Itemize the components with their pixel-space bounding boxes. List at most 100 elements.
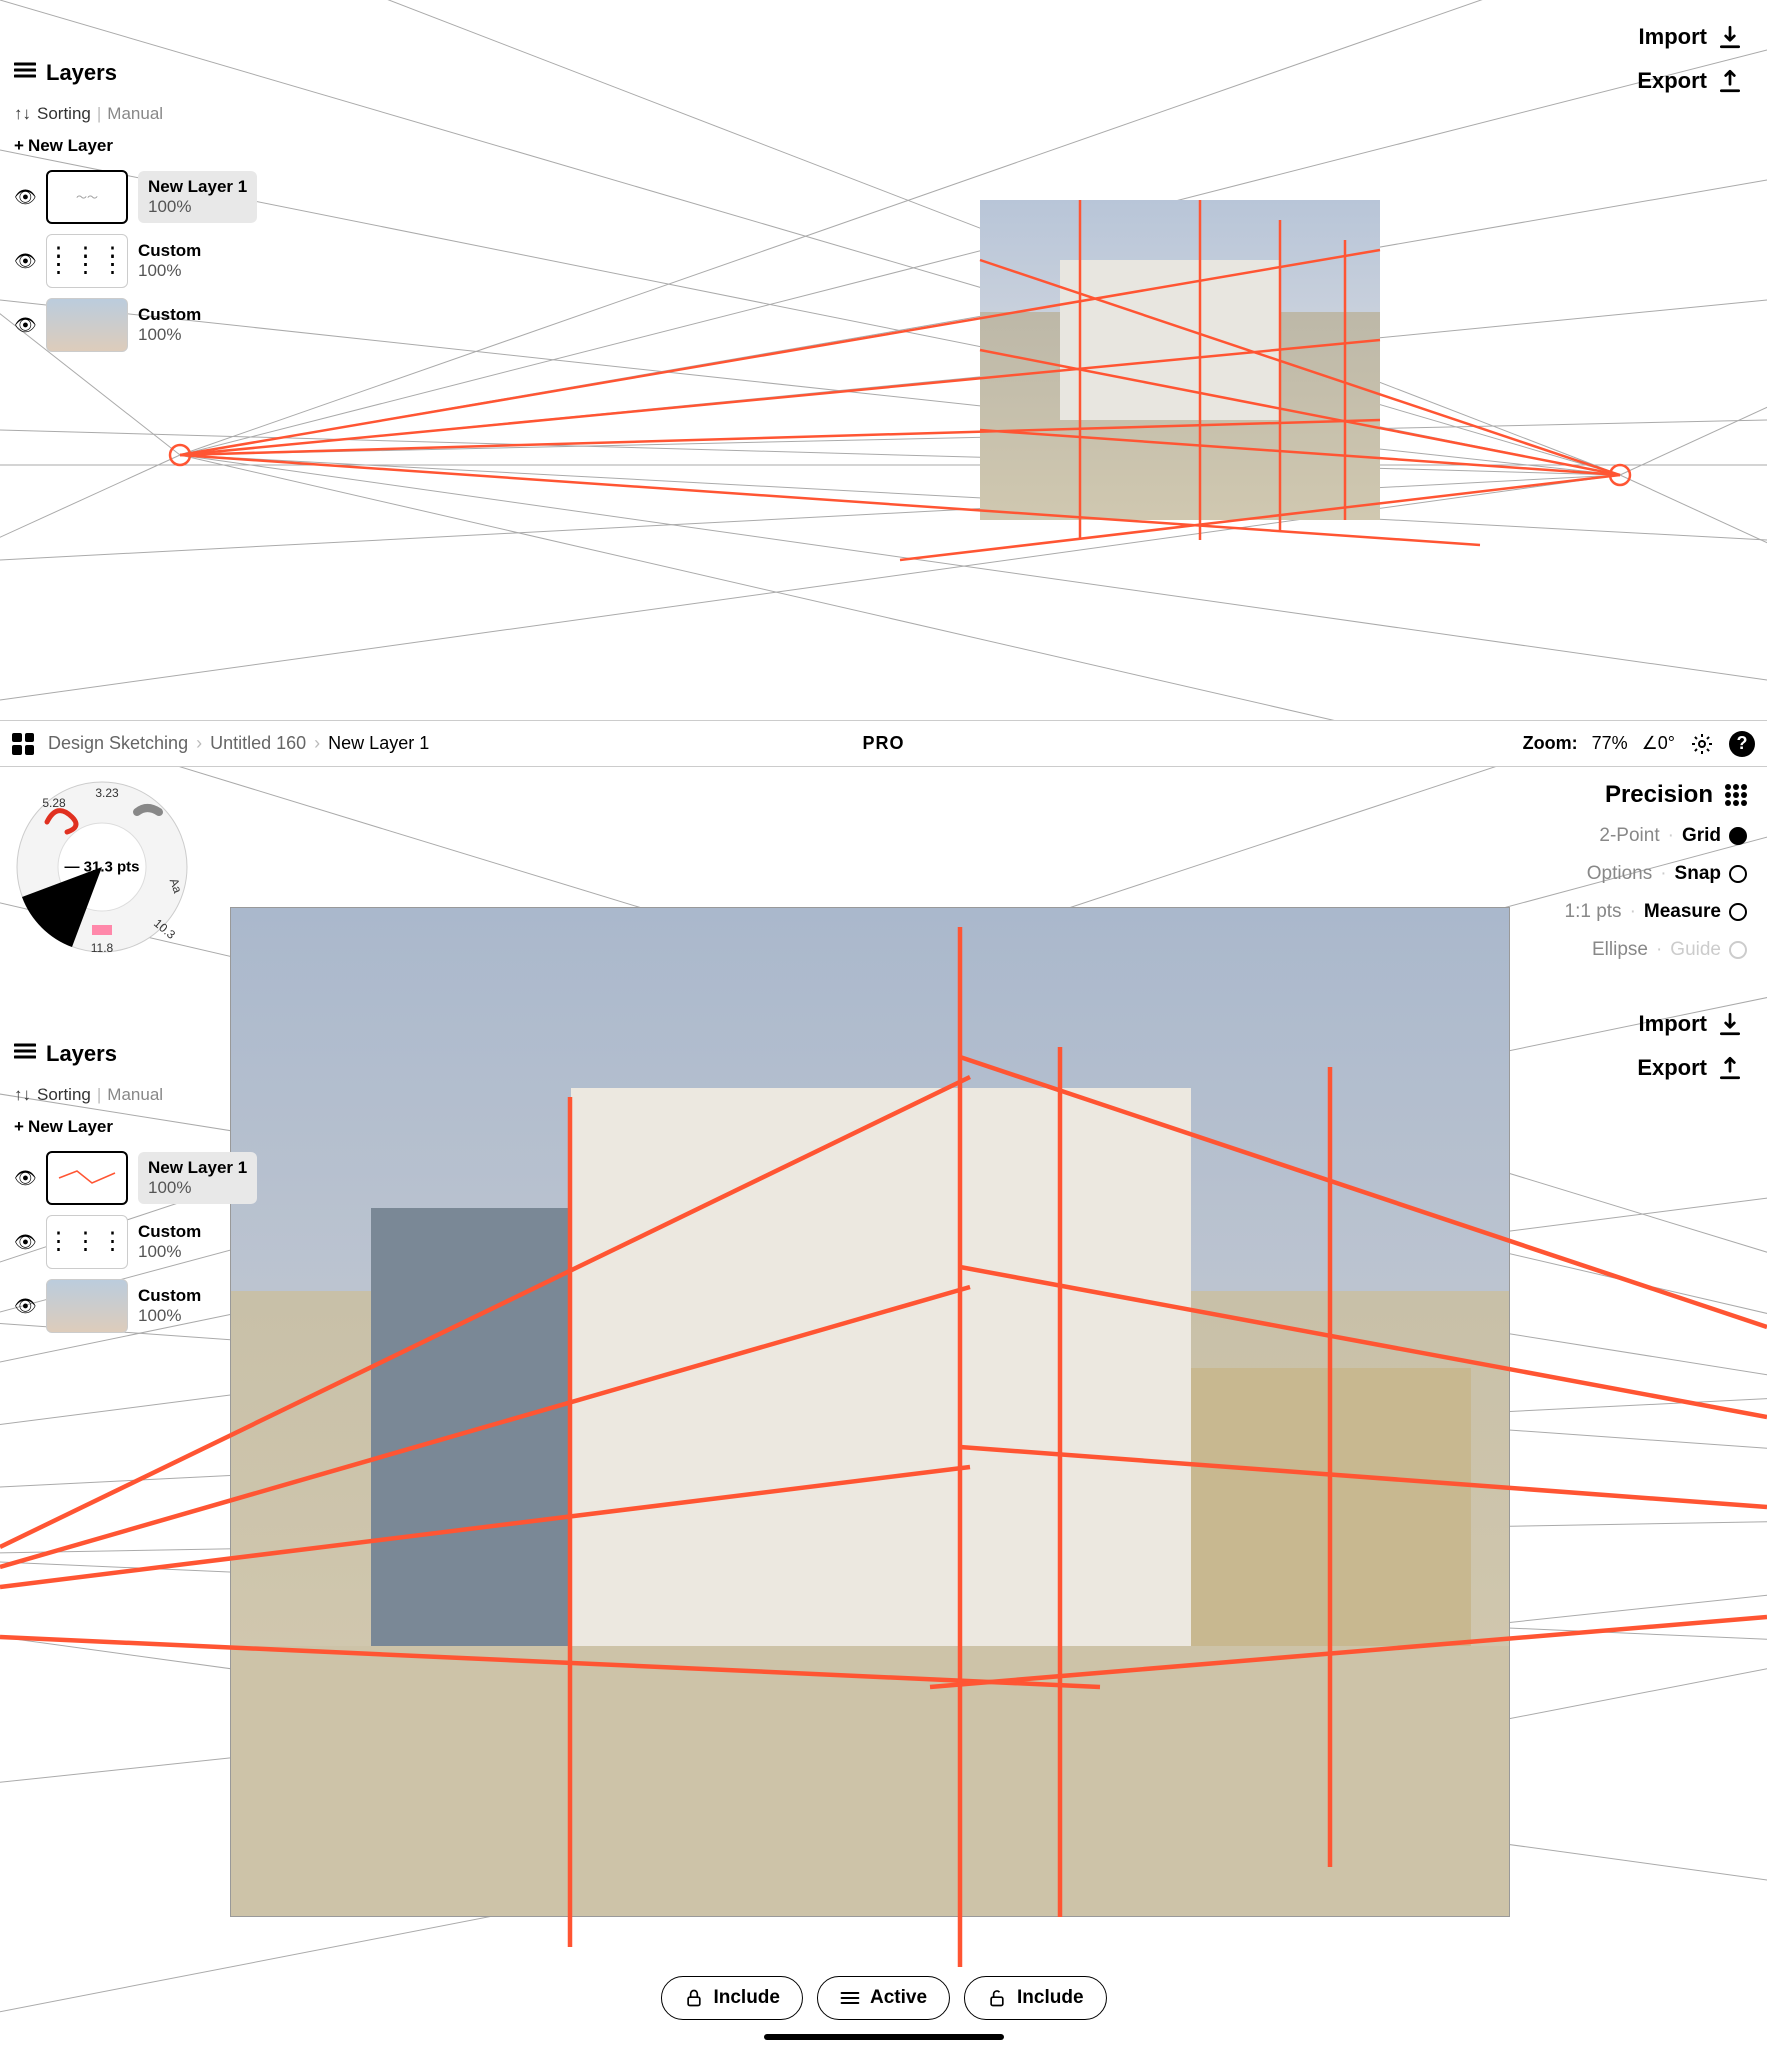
visibility-toggle[interactable]: 👁 <box>14 251 36 272</box>
include-label: Include <box>1017 1987 1084 2009</box>
layer-opacity: 100% <box>138 1242 201 1262</box>
lock-open-icon <box>987 1988 1007 2008</box>
layers-stack-icon <box>840 1988 860 2008</box>
layers-sorting[interactable]: ↑↓ Sorting| Manual <box>14 1085 264 1105</box>
layer-name: Custom <box>138 241 201 261</box>
main-app-view: Design Sketching › Untitled 160 › New La… <box>0 720 1767 2048</box>
crumb-workspace[interactable]: Design Sketching <box>48 733 188 754</box>
include-locked-button[interactable]: Include <box>660 1976 803 2020</box>
radio-filled[interactable] <box>1729 827 1747 845</box>
active-label: Active <box>870 1987 927 2009</box>
zoom-label: Zoom: <box>1523 733 1578 754</box>
active-layers-button[interactable]: Active <box>817 1976 950 2020</box>
precision-row-guide: Ellipse· Guide <box>1592 939 1747 961</box>
layers-header[interactable]: Layers <box>14 60 264 86</box>
visibility-toggle[interactable]: 👁 <box>14 1168 36 1189</box>
photo-building <box>571 1088 1191 1648</box>
precision-header[interactable]: Precision <box>1605 781 1747 809</box>
canvas[interactable] <box>0 767 1767 2048</box>
layer-name: New Layer 1 <box>148 1158 247 1178</box>
export-button[interactable]: Export <box>1637 1055 1743 1081</box>
layer-row[interactable]: 👁 ⋮⋮⋮ Custom 100% <box>14 1215 264 1269</box>
zoom-value[interactable]: 77% <box>1592 733 1628 754</box>
visibility-toggle[interactable]: 👁 <box>14 1296 36 1317</box>
layers-panel-top: Layers ↑↓ Sorting | Manual + New Layer 👁… <box>14 60 264 362</box>
layers-panel-bottom: Layers ↑↓ Sorting| Manual + New Layer 👁 … <box>14 1041 264 1343</box>
wheel-label: 11.8 <box>91 941 114 955</box>
home-indicator[interactable] <box>764 2034 1004 2040</box>
export-icon <box>1717 68 1743 94</box>
include-label: Include <box>713 1987 780 2009</box>
pro-badge: PRO <box>862 733 904 754</box>
breadcrumb: Design Sketching › Untitled 160 › New La… <box>48 733 429 754</box>
layer-opacity: 100% <box>148 1178 247 1198</box>
precision-row-measure[interactable]: 1:1 pts· Measure <box>1565 901 1747 923</box>
precision-panel: Precision 2-Point· Grid Options· Snap 1:… <box>1565 781 1747 961</box>
layer-opacity: 100% <box>138 1306 201 1326</box>
layer-name: Custom <box>138 1222 201 1242</box>
grid-icon <box>1725 784 1747 806</box>
layer-thumbnail[interactable]: ⋮⋮⋮ <box>46 1215 128 1269</box>
import-button[interactable]: Import <box>1639 1011 1743 1037</box>
wheel-label: 5.28 <box>42 796 66 810</box>
export-label: Export <box>1637 68 1707 94</box>
export-button[interactable]: Export <box>1637 68 1743 94</box>
tool-wheel[interactable]: 5.28 3.23 Aa 10.3 11.8 31.3 — 31.3 pts <box>12 777 192 957</box>
import-button[interactable]: Import <box>1639 24 1743 50</box>
layer-row[interactable]: 👁 New Layer 1 100% <box>14 1151 264 1205</box>
io-actions-bottom: Import Export <box>1637 1011 1743 1081</box>
radio-empty[interactable] <box>1729 903 1747 921</box>
crumb-layer[interactable]: New Layer 1 <box>328 733 429 754</box>
visibility-toggle[interactable]: 👁 <box>14 187 36 208</box>
export-icon <box>1717 1055 1743 1081</box>
visibility-toggle[interactable]: 👁 <box>14 1232 36 1253</box>
import-icon <box>1717 1011 1743 1037</box>
layer-thumbnail[interactable] <box>46 1279 128 1333</box>
brush-size-display: — 31.3 pts <box>64 859 139 876</box>
apps-menu-icon[interactable] <box>12 733 34 755</box>
layers-title: Layers <box>46 1041 117 1067</box>
layer-opacity: 100% <box>138 261 201 281</box>
top-canvas-view: Layers ↑↓ Sorting | Manual + New Layer 👁… <box>0 0 1767 720</box>
layers-sorting[interactable]: ↑↓ Sorting | Manual <box>14 104 264 124</box>
layer-row[interactable]: 👁 ～～ New Layer 1 100% <box>14 170 264 224</box>
settings-icon[interactable] <box>1689 731 1715 757</box>
visibility-toggle[interactable]: 👁 <box>14 315 36 336</box>
layer-row[interactable]: 👁 Custom 100% <box>14 1279 264 1333</box>
layer-row[interactable]: 👁 Custom 100% <box>14 298 264 352</box>
include-hidden-button[interactable]: Include <box>964 1976 1107 2020</box>
sorting-label: Sorting <box>37 104 91 124</box>
precision-row-snap[interactable]: Options· Snap <box>1587 863 1747 885</box>
layer-opacity: 100% <box>138 325 201 345</box>
import-icon <box>1717 24 1743 50</box>
radio-empty[interactable] <box>1729 865 1747 883</box>
io-actions-top: Import Export <box>1637 24 1743 94</box>
reference-photo-main <box>230 907 1510 1917</box>
layers-header[interactable]: Layers <box>14 1041 264 1067</box>
layers-icon <box>14 60 36 86</box>
layers-title: Layers <box>46 60 117 86</box>
help-icon[interactable]: ? <box>1729 731 1755 757</box>
layer-thumbnail[interactable]: ～～ <box>46 170 128 224</box>
app-bar: Design Sketching › Untitled 160 › New La… <box>0 721 1767 767</box>
canvas-angle[interactable]: ∠0° <box>1642 733 1675 754</box>
crumb-document[interactable]: Untitled 160 <box>210 733 306 754</box>
layer-name: New Layer 1 <box>148 177 247 197</box>
layer-row[interactable]: 👁 ⋮⋮⋮⋮⋮⋮ Custom 100% <box>14 234 264 288</box>
new-layer-button[interactable]: + New Layer <box>14 1117 264 1137</box>
layer-name: Custom <box>138 1286 201 1306</box>
export-label: Export <box>1637 1055 1707 1081</box>
precision-row-grid[interactable]: 2-Point· Grid <box>1599 825 1747 847</box>
sorting-mode: Manual <box>107 104 163 124</box>
sort-icon: ↑↓ <box>14 1085 31 1105</box>
layers-icon <box>14 1041 36 1067</box>
lock-icon <box>683 1988 703 2008</box>
import-label: Import <box>1639 24 1707 50</box>
new-layer-button[interactable]: + New Layer <box>14 136 264 156</box>
layer-thumbnail[interactable] <box>46 1151 128 1205</box>
radio-disabled <box>1729 941 1747 959</box>
precision-title: Precision <box>1605 781 1713 809</box>
layer-thumbnail[interactable]: ⋮⋮⋮⋮⋮⋮ <box>46 234 128 288</box>
wheel-label: 3.23 <box>95 786 119 800</box>
layer-thumbnail[interactable] <box>46 298 128 352</box>
